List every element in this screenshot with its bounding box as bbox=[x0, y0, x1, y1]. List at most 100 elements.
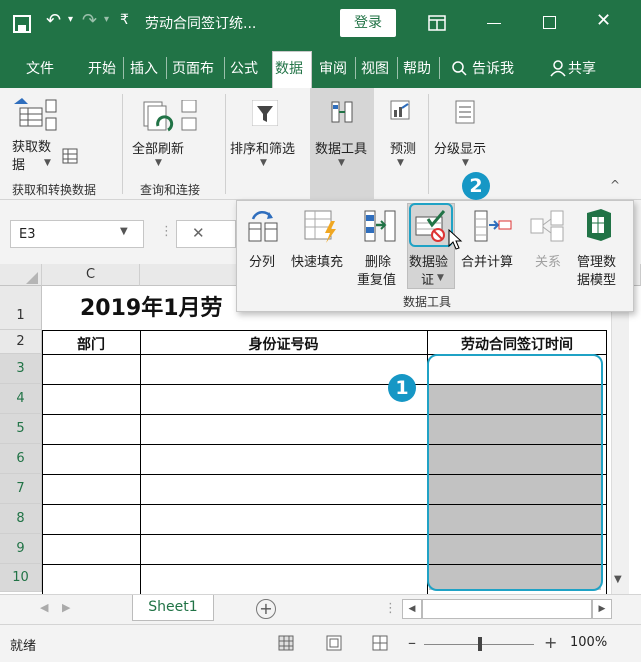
tab-page-layout[interactable]: 页面布 bbox=[172, 58, 214, 78]
redo-icon[interactable]: ↷ bbox=[82, 10, 97, 31]
undo-dropdown-icon[interactable]: ▾ bbox=[68, 14, 73, 25]
tab-review[interactable]: 审阅 bbox=[319, 58, 347, 78]
ribbon: 获取数 据 ▼ 全部刷新 ▼ 排序和筛选 ▼ 数据工具 ▼ 预测 ▼ 分级显示 … bbox=[0, 88, 641, 200]
table-border bbox=[42, 330, 43, 594]
forecast-icon bbox=[390, 100, 410, 120]
filter-icon bbox=[252, 100, 278, 126]
share-button[interactable]: 共享 bbox=[568, 58, 596, 78]
menu-bar: 文件 开始 插入 页面布 公式 数据 审阅 视图 帮助 告诉我 共享 bbox=[0, 48, 641, 88]
tab-formulas[interactable]: 公式 bbox=[230, 58, 258, 78]
scroll-right-icon[interactable]: ▶ bbox=[592, 599, 612, 619]
add-sheet-icon[interactable]: + bbox=[256, 599, 276, 619]
step-badge-1: 1 bbox=[388, 374, 416, 402]
prev-sheet-icon[interactable]: ◀ bbox=[40, 601, 48, 614]
data-validation-icon bbox=[415, 210, 446, 242]
table-icon[interactable] bbox=[62, 148, 78, 164]
manage-data-model-label-2[interactable]: 据模型 bbox=[577, 269, 616, 288]
search-icon bbox=[452, 61, 467, 76]
row-header-4[interactable]: 4 bbox=[0, 384, 42, 414]
outline-label[interactable]: 分级显示 bbox=[434, 138, 486, 157]
chevron-down-icon: ▼ bbox=[397, 158, 404, 168]
worksheet-grid[interactable]: C 1 2 3 4 5 6 7 8 9 10 2019年1月劳 部门 身份证号码… bbox=[0, 264, 641, 594]
scroll-left-icon[interactable]: ◀ bbox=[402, 599, 422, 619]
status-ready: 就绪 bbox=[10, 639, 37, 654]
normal-view-icon[interactable] bbox=[278, 635, 294, 651]
tab-help[interactable]: 帮助 bbox=[403, 58, 431, 78]
data-validation-label-1[interactable]: 数据验 bbox=[409, 251, 448, 270]
row-header-9[interactable]: 9 bbox=[0, 534, 42, 564]
group-get-transform: 获取和转换数据 bbox=[12, 183, 97, 197]
relationships-button[interactable]: 关系 bbox=[535, 251, 561, 270]
flash-fill-button[interactable]: 快速填充 bbox=[291, 251, 343, 270]
page-break-view-icon[interactable] bbox=[372, 635, 388, 651]
manage-data-model-icon bbox=[587, 209, 611, 241]
row-header-8[interactable]: 8 bbox=[0, 504, 42, 534]
more-icon: ⋮ bbox=[160, 224, 173, 239]
row-header-2[interactable]: 2 bbox=[0, 330, 42, 354]
col-header-c[interactable]: C bbox=[42, 264, 140, 286]
scroll-down-icon[interactable]: ▼ bbox=[614, 574, 622, 585]
close-icon[interactable]: ✕ bbox=[596, 10, 611, 31]
get-data-label-2[interactable]: 据 bbox=[12, 154, 25, 173]
zoom-slider-thumb[interactable] bbox=[478, 637, 482, 651]
zoom-out-icon[interactable]: – bbox=[408, 633, 416, 652]
consolidate-icon bbox=[474, 210, 512, 242]
selected-range-highlight bbox=[427, 354, 603, 591]
tab-view[interactable]: 视图 bbox=[361, 58, 389, 78]
tab-insert[interactable]: 插入 bbox=[130, 58, 158, 78]
row-header-6[interactable]: 6 bbox=[0, 444, 42, 474]
data-tools-panel: 分列 快速填充 删除 重复值 数据验 证 ▼ 合并计算 关系 管理数 据模型 数… bbox=[236, 200, 634, 312]
next-sheet-icon[interactable]: ▶ bbox=[62, 601, 70, 614]
page-layout-view-icon[interactable] bbox=[326, 635, 342, 651]
undo-icon[interactable]: ↶ bbox=[46, 10, 61, 31]
header-contract-date: 劳动合同签订时间 bbox=[461, 337, 573, 353]
remove-duplicates-label-1[interactable]: 删除 bbox=[365, 251, 391, 270]
data-tools-group-label: 数据工具 bbox=[403, 295, 452, 309]
zoom-level[interactable]: 100% bbox=[570, 635, 607, 650]
consolidate-button[interactable]: 合并计算 bbox=[461, 251, 513, 270]
row-header-7[interactable]: 7 bbox=[0, 474, 42, 504]
sheet-title: 2019年1月劳 bbox=[80, 296, 223, 321]
data-validation-label-2[interactable]: 证 bbox=[421, 269, 434, 288]
zoom-in-icon[interactable]: + bbox=[544, 633, 557, 652]
header-id-number: 身份证号码 bbox=[248, 337, 319, 353]
forecast-label[interactable]: 预测 bbox=[390, 138, 416, 157]
chevron-down-icon[interactable]: ▼ bbox=[120, 226, 128, 237]
data-tools-label: 数据工具 bbox=[315, 142, 368, 157]
maximize-icon[interactable] bbox=[543, 16, 556, 29]
chevron-down-icon: ▼ bbox=[44, 158, 51, 168]
refresh-all-label[interactable]: 全部刷新 bbox=[132, 138, 184, 157]
row-header-3[interactable]: 3 bbox=[0, 354, 42, 384]
manage-data-model-label-1[interactable]: 管理数 bbox=[577, 251, 616, 270]
login-button[interactable]: 登录 bbox=[340, 9, 396, 37]
tab-file[interactable]: 文件 bbox=[26, 58, 54, 78]
step-badge-2: 2 bbox=[462, 172, 490, 200]
remove-duplicates-icon bbox=[364, 210, 396, 242]
chevron-down-icon: ▼ bbox=[462, 158, 469, 168]
cancel-icon[interactable]: ✕ bbox=[192, 224, 205, 242]
minimize-icon[interactable] bbox=[487, 23, 501, 24]
horizontal-scrollbar[interactable] bbox=[422, 599, 592, 619]
get-data-label-1[interactable]: 获取数 bbox=[12, 136, 51, 155]
redo-dropdown-icon[interactable]: ▾ bbox=[104, 14, 109, 25]
sort-filter-label[interactable]: 排序和筛选 bbox=[230, 138, 295, 157]
text-to-columns-button[interactable]: 分列 bbox=[249, 251, 275, 270]
tab-home[interactable]: 开始 bbox=[88, 58, 116, 78]
remove-duplicates-label-2[interactable]: 重复值 bbox=[357, 269, 396, 288]
customize-toolbar-icon[interactable]: ₹ bbox=[120, 12, 129, 28]
collapse-ribbon-icon[interactable]: ^ bbox=[610, 178, 620, 192]
vertical-scrollbar[interactable] bbox=[611, 286, 629, 594]
tab-data[interactable]: 数据 bbox=[275, 58, 303, 78]
sheet-tab-bar: ◀ ▶ Sheet1 + ⋮ ◀ ▶ bbox=[0, 594, 641, 624]
row-header-10[interactable]: 10 bbox=[0, 564, 42, 592]
chevron-down-icon: ▼ bbox=[155, 158, 162, 168]
save-icon[interactable] bbox=[12, 14, 32, 34]
formula-input[interactable] bbox=[176, 220, 236, 248]
ribbon-display-icon[interactable] bbox=[428, 15, 446, 31]
data-tools-icon bbox=[331, 101, 353, 123]
tab-splitter-icon[interactable]: ⋮ bbox=[384, 601, 397, 616]
row-header-1[interactable]: 1 bbox=[0, 286, 42, 330]
tell-me-box[interactable]: 告诉我 bbox=[472, 58, 514, 78]
sheet-tab-sheet1[interactable]: Sheet1 bbox=[132, 595, 214, 621]
row-header-5[interactable]: 5 bbox=[0, 414, 42, 444]
